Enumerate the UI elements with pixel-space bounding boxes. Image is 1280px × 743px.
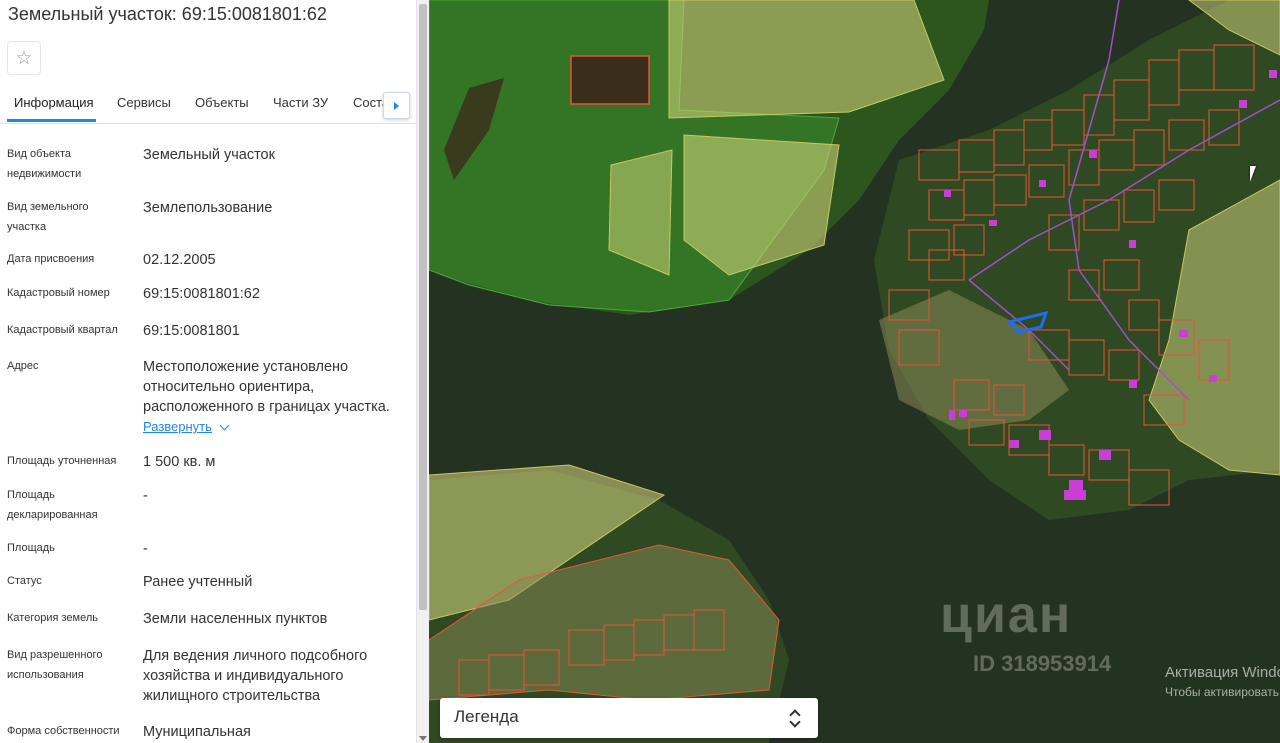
active-tab-indicator xyxy=(7,119,96,122)
dark-parcel xyxy=(570,55,650,105)
star-outline-icon: ☆ xyxy=(15,47,33,69)
scrollbar-thumb[interactable] xyxy=(419,4,427,610)
tab-parcel-parts[interactable]: Части ЗУ xyxy=(273,95,328,110)
row-label: Площадь уточненная xyxy=(7,455,117,467)
tab-information[interactable]: Информация xyxy=(14,95,94,110)
mouse-cursor-icon xyxy=(1250,166,1262,182)
row-value: Местоположение установлено относительно … xyxy=(143,359,390,415)
legend-label: Легенда xyxy=(454,707,519,726)
row-label: Адрес xyxy=(7,360,39,372)
row-label: Кадастровый квартал xyxy=(7,324,118,336)
row-label: Вид объекта недвижимости xyxy=(7,148,82,180)
panel-scrollbar[interactable] xyxy=(416,0,429,743)
activation-line-2: Чтобы активировать Windows xyxy=(1165,685,1280,699)
page-title: Земельный участок: 69:15:0081801:62 xyxy=(8,4,327,24)
tab-objects[interactable]: Объекты xyxy=(195,95,249,110)
row-label: Форма собственности xyxy=(7,725,120,737)
row-value: Землепользование xyxy=(143,200,273,216)
row-label: Категория земель xyxy=(7,612,98,624)
row-value: Ранее учтенный xyxy=(143,574,253,590)
chevron-up-down-icon xyxy=(789,708,801,728)
chevron-down-icon xyxy=(219,420,230,431)
favorite-button[interactable]: ☆ xyxy=(7,41,41,75)
expand-link-label: Развернуть xyxy=(143,419,212,434)
row-value: 69:15:0081801:62 xyxy=(143,286,260,302)
row-label: Площадь декларированная xyxy=(7,489,98,521)
row-label: Вид разрешенного использования xyxy=(7,649,103,681)
tab-services[interactable]: Сервисы xyxy=(117,95,171,110)
row-value: Муниципальная xyxy=(143,724,251,740)
row-value: 02.12.2005 xyxy=(143,252,216,268)
cian-watermark: циан ID 318953914 xyxy=(940,585,1170,676)
row-value: - xyxy=(143,488,148,504)
row-label: Вид земельного участка xyxy=(7,201,89,233)
arrow-right-icon xyxy=(394,101,399,110)
scroll-down-arrow-icon[interactable] xyxy=(419,736,427,741)
watermark-logo: циан xyxy=(940,586,1073,644)
activation-line-1: Активация Windows xyxy=(1165,664,1280,681)
row-value: 1 500 кв. м xyxy=(143,454,216,470)
row-value: Для ведения личного подсобного хозяйства… xyxy=(143,648,368,704)
info-panel: Земельный участок: 69:15:0081801:62 ☆ Ин… xyxy=(0,0,416,743)
row-label: Дата присвоения xyxy=(7,253,95,265)
row-value: Земельный участок xyxy=(143,147,275,163)
row-label: Площадь xyxy=(7,542,55,554)
tabs-scroll-right-button[interactable] xyxy=(383,92,410,119)
row-value: Земли населенных пунктов xyxy=(143,611,328,627)
row-value: 69:15:0081801 xyxy=(143,323,240,339)
legend-dropdown[interactable]: Легенда xyxy=(440,698,818,738)
windows-activation-notice: Активация Windows Чтобы активировать Win… xyxy=(1165,664,1280,699)
watermark-id: ID 318953914 xyxy=(973,651,1112,676)
expand-address-link[interactable]: Развернуть xyxy=(143,419,230,434)
row-label: Статус xyxy=(7,575,42,587)
row-label: Кадастровый номер xyxy=(7,287,110,299)
row-value: - xyxy=(143,541,148,557)
